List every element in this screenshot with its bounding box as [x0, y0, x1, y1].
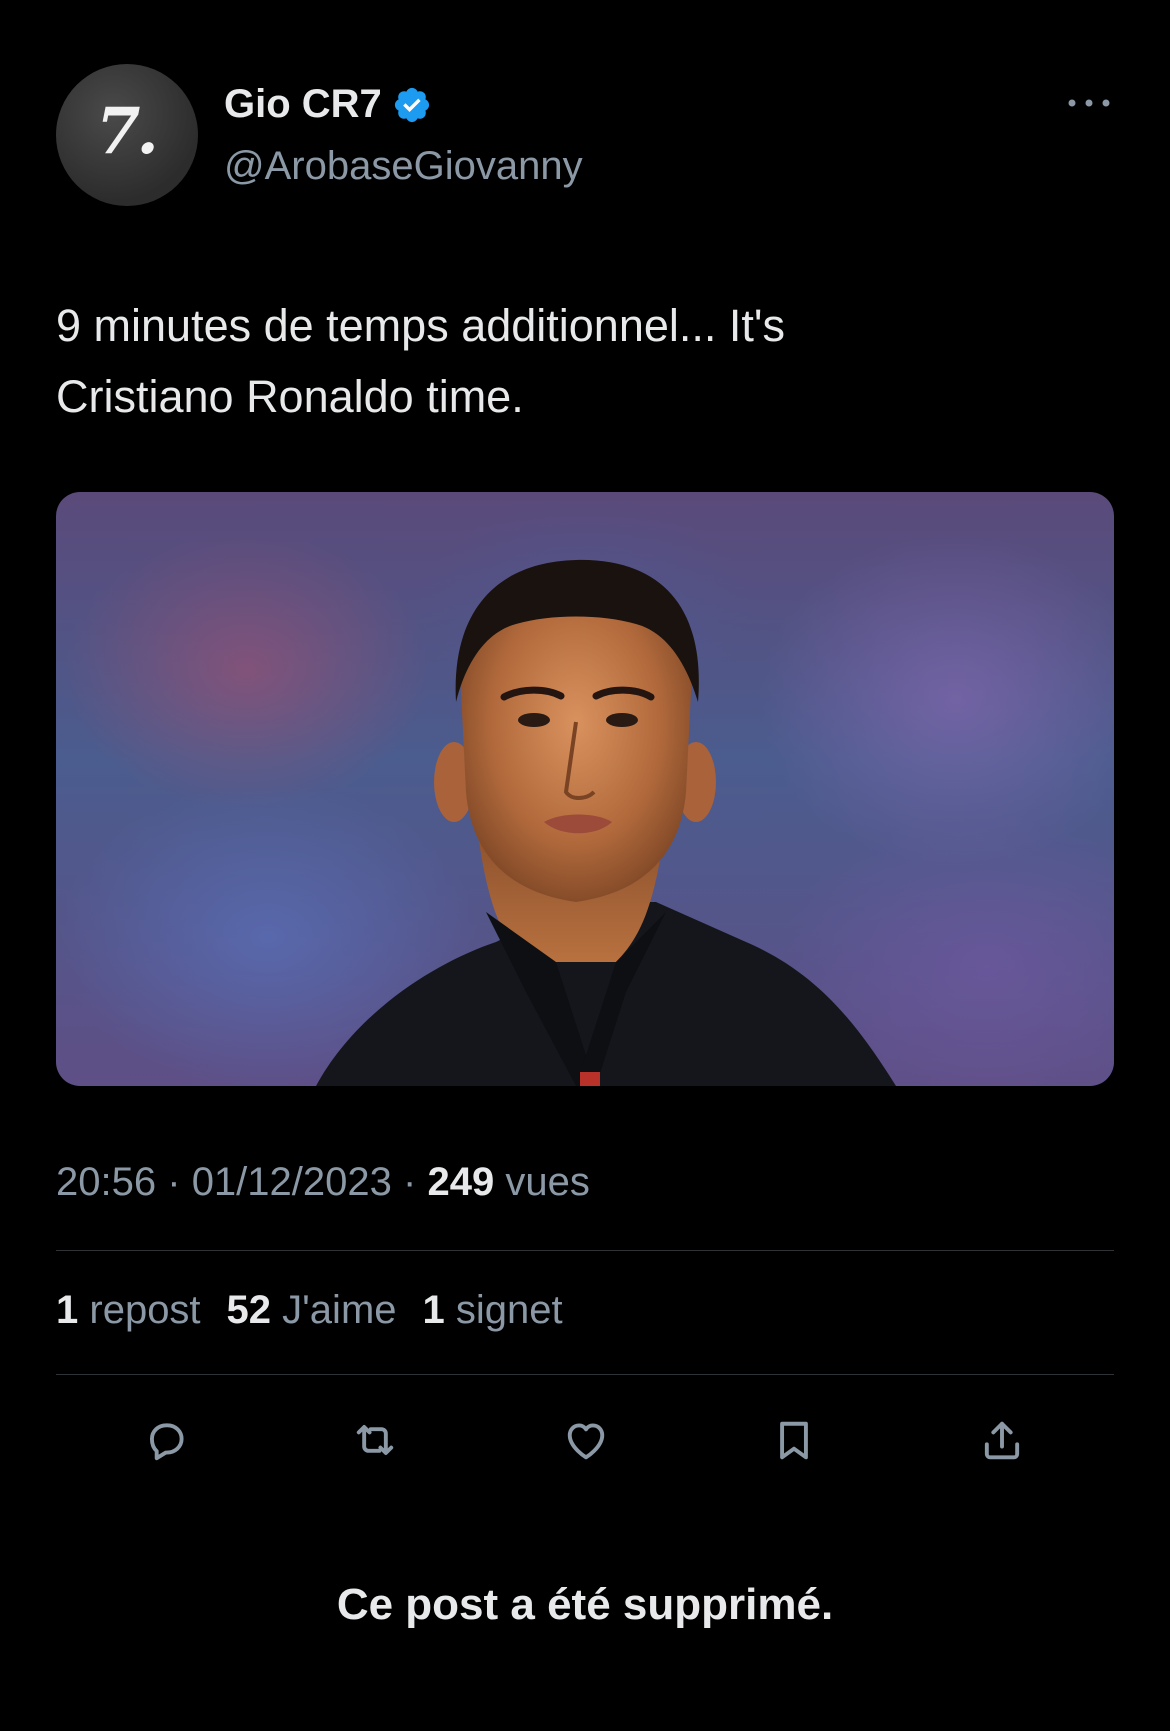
bookmarks-count: 1 [422, 1288, 445, 1332]
verified-badge-icon [394, 87, 429, 122]
share-button[interactable] [972, 1410, 1032, 1470]
like-button[interactable] [556, 1410, 616, 1470]
post-media-image[interactable] [56, 492, 1114, 1086]
avatar-logo: 7. [96, 94, 159, 169]
post-meta: 20:56 · 01/12/2023 · 249 vues [56, 1160, 590, 1205]
reposts-count: 1 [56, 1288, 79, 1332]
avatar[interactable]: 7. [56, 64, 198, 206]
reply-icon [149, 1423, 184, 1461]
display-name-text: Gio CR7 [224, 82, 382, 126]
action-bar [0, 1410, 1170, 1470]
author-handle[interactable]: @ArobaseGiovanny [224, 144, 583, 189]
likes-count: 52 [226, 1288, 272, 1332]
likes-stat[interactable]: 52 J'aime [227, 1288, 397, 1333]
meta-separator: · [403, 1160, 417, 1204]
post-text-line-2: Cristiano Ronaldo time. [56, 371, 524, 422]
bookmarks-label: signet [455, 1288, 563, 1332]
reposts-label: repost [89, 1288, 201, 1332]
like-icon [567, 1423, 605, 1460]
post-text: 9 minutes de temps additionnel... It's C… [56, 290, 1116, 432]
repost-button[interactable] [345, 1410, 405, 1470]
views-count: 249 [427, 1160, 495, 1204]
likes-label: J'aime [282, 1288, 397, 1332]
reposts-stat[interactable]: 1 repost [56, 1288, 201, 1333]
reply-button[interactable] [136, 1410, 196, 1470]
meta-separator: · [167, 1160, 181, 1204]
portrait-illustration [316, 559, 896, 1086]
post-time[interactable]: 20:56 [56, 1160, 156, 1204]
repost-icon [356, 1425, 394, 1455]
more-options-icon[interactable] [1064, 88, 1114, 118]
share-icon [984, 1421, 1020, 1460]
divider [56, 1250, 1114, 1251]
views-label: vues [505, 1160, 590, 1204]
post-text-line-1: 9 minutes de temps additionnel... It's [56, 300, 785, 351]
bookmarks-stat[interactable]: 1 signet [423, 1288, 563, 1333]
deleted-notice: Ce post a été supprimé. [336, 1580, 834, 1629]
post-header: 7. Gio CR7 @ArobaseGiovanny [56, 64, 1114, 214]
author-name[interactable]: Gio CR7 [224, 82, 432, 127]
post-stats: 1 repost 52 J'aime 1 signet [56, 1288, 563, 1333]
bookmark-button[interactable] [764, 1410, 824, 1470]
divider [56, 1374, 1114, 1375]
bookmark-icon [780, 1421, 808, 1460]
post-date[interactable]: 01/12/2023 [192, 1160, 392, 1204]
